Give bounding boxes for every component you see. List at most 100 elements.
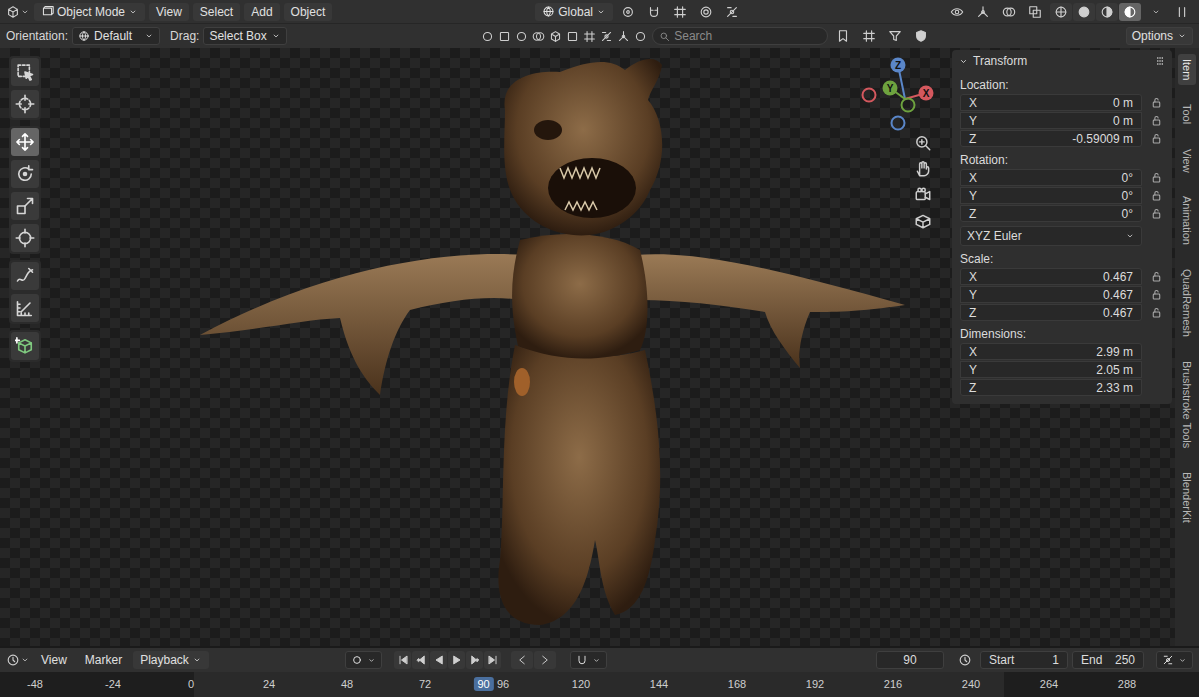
nkey-button[interactable] xyxy=(466,651,483,669)
shield-button[interactable] xyxy=(910,27,932,45)
playback-dropdown[interactable]: Playback xyxy=(133,651,209,669)
sidebar-tab[interactable]: Item xyxy=(1178,54,1196,85)
menu-item[interactable]: Select xyxy=(193,3,240,21)
filter-cube-button[interactable] xyxy=(548,27,563,45)
lock-toggle[interactable] xyxy=(1148,268,1164,285)
number-field[interactable]: X0.467 xyxy=(960,268,1142,285)
model-render[interactable] xyxy=(190,48,920,646)
sidebar-tab[interactable]: BlenderKit xyxy=(1178,467,1196,528)
filter-sphere-button[interactable] xyxy=(633,27,648,45)
filter-button[interactable] xyxy=(884,27,906,45)
mode-dropdown[interactable]: Object Mode xyxy=(34,3,145,21)
lock-toggle[interactable] xyxy=(1148,304,1164,321)
ortho-icon[interactable] xyxy=(914,212,932,230)
tool-button[interactable] xyxy=(11,90,39,118)
transform-orientation-dropdown[interactable]: Global xyxy=(535,3,613,21)
sidebar-tab[interactable]: QuadRemesh xyxy=(1178,264,1196,342)
lock-toggle[interactable] xyxy=(1148,286,1164,303)
shading-button[interactable] xyxy=(1096,3,1118,21)
proportional-edit-button[interactable] xyxy=(695,3,717,21)
lock-toggle[interactable] xyxy=(1148,112,1164,129)
shading-options-button[interactable] xyxy=(1145,3,1167,21)
snap-dropdown[interactable] xyxy=(570,651,607,669)
tool-button[interactable] xyxy=(11,160,39,188)
lock-toggle[interactable] xyxy=(1148,130,1164,147)
jend-button[interactable] xyxy=(484,651,501,669)
menu-item[interactable]: Marker xyxy=(78,651,129,669)
pause-button[interactable] xyxy=(1171,3,1193,21)
tool-button[interactable] xyxy=(11,58,39,86)
number-field[interactable]: Z0.467 xyxy=(960,304,1142,321)
rotation-mode-dropdown[interactable]: XYZ Euler xyxy=(960,226,1142,246)
start-frame-field[interactable]: Start1 xyxy=(980,651,1068,669)
current-frame-field[interactable]: 90 xyxy=(876,651,944,669)
drag-dropdown[interactable]: Select Box xyxy=(203,27,286,45)
tool-button[interactable] xyxy=(11,192,39,220)
number-field[interactable]: X2.99 m xyxy=(960,343,1142,360)
curve-button[interactable] xyxy=(721,3,743,21)
rev-button[interactable] xyxy=(430,651,447,669)
menu-item[interactable]: View xyxy=(34,651,74,669)
3d-viewport[interactable]: ZYXTransformLocation:X0 mY0 mZ-0.59009 m… xyxy=(0,48,1199,646)
bookmark-button[interactable] xyxy=(832,27,854,45)
tool-button[interactable] xyxy=(11,332,39,360)
jstart-button[interactable] xyxy=(394,651,411,669)
menu-item[interactable]: Add xyxy=(244,3,279,21)
nextk-button[interactable] xyxy=(534,651,556,669)
number-field[interactable]: X0° xyxy=(960,169,1142,186)
search-input[interactable] xyxy=(674,29,821,43)
current-frame-marker[interactable]: 90 xyxy=(473,677,493,691)
axis-handle[interactable]: Y xyxy=(883,81,898,96)
snap-button[interactable] xyxy=(643,3,665,21)
sidebar-tab[interactable]: Brushstroke Tools xyxy=(1178,356,1196,453)
filter-sphere-button[interactable] xyxy=(514,27,529,45)
pivot-button[interactable] xyxy=(617,3,639,21)
sidebar-tab[interactable]: Tool xyxy=(1178,99,1196,129)
menu-item[interactable]: View xyxy=(149,3,189,21)
filter-anim-button[interactable] xyxy=(599,27,614,45)
zoom-icon[interactable] xyxy=(914,134,932,152)
number-field[interactable]: Z2.33 m xyxy=(960,379,1142,396)
filter-square-button[interactable] xyxy=(497,27,512,45)
number-field[interactable]: X0 m xyxy=(960,94,1142,111)
snap-grid-button[interactable] xyxy=(669,3,691,21)
hand-icon[interactable] xyxy=(914,160,932,178)
shading-button[interactable] xyxy=(1073,3,1095,21)
lock-toggle[interactable] xyxy=(1148,187,1164,204)
number-field[interactable]: Y2.05 m xyxy=(960,361,1142,378)
pkey-button[interactable] xyxy=(412,651,429,669)
negative-axis-handle[interactable] xyxy=(901,98,916,113)
number-field[interactable]: Y0.467 xyxy=(960,286,1142,303)
filter-square-button[interactable] xyxy=(565,27,580,45)
filter-grid-button[interactable] xyxy=(582,27,597,45)
visibility-button[interactable] xyxy=(946,3,968,21)
number-field[interactable]: Z-0.59009 m xyxy=(960,130,1142,147)
tool-button[interactable] xyxy=(11,224,39,252)
panel-header[interactable]: Transform xyxy=(952,50,1172,72)
filter-overlay-button[interactable] xyxy=(531,27,546,45)
lock-toggle[interactable] xyxy=(1148,169,1164,186)
navigation-gizmo[interactable]: ZYX xyxy=(858,53,942,137)
gizmo-button[interactable] xyxy=(972,3,994,21)
preview-range-button[interactable] xyxy=(954,651,976,669)
sidebar-tab[interactable]: View xyxy=(1178,144,1196,178)
auto-key-toggle[interactable] xyxy=(345,651,382,669)
overlay-button[interactable] xyxy=(998,3,1020,21)
number-field[interactable]: Y0° xyxy=(960,187,1142,204)
shading-button[interactable] xyxy=(1119,3,1141,21)
tool-button[interactable] xyxy=(11,294,39,322)
tool-button[interactable] xyxy=(11,128,39,156)
orientation-dropdown[interactable]: Default xyxy=(72,27,160,45)
lock-toggle[interactable] xyxy=(1148,205,1164,222)
drag-grip-icon[interactable] xyxy=(1154,55,1166,67)
filter-gizmo-button[interactable] xyxy=(616,27,631,45)
negative-axis-handle[interactable] xyxy=(891,116,906,131)
search-field[interactable] xyxy=(652,27,828,45)
end-frame-field[interactable]: End250 xyxy=(1072,651,1144,669)
camera-icon[interactable] xyxy=(914,186,932,204)
play-button[interactable] xyxy=(448,651,465,669)
number-field[interactable]: Z0° xyxy=(960,205,1142,222)
axis-handle[interactable]: X xyxy=(919,86,934,101)
number-field[interactable]: Y0 m xyxy=(960,112,1142,129)
filter-sphere-button[interactable] xyxy=(480,27,495,45)
